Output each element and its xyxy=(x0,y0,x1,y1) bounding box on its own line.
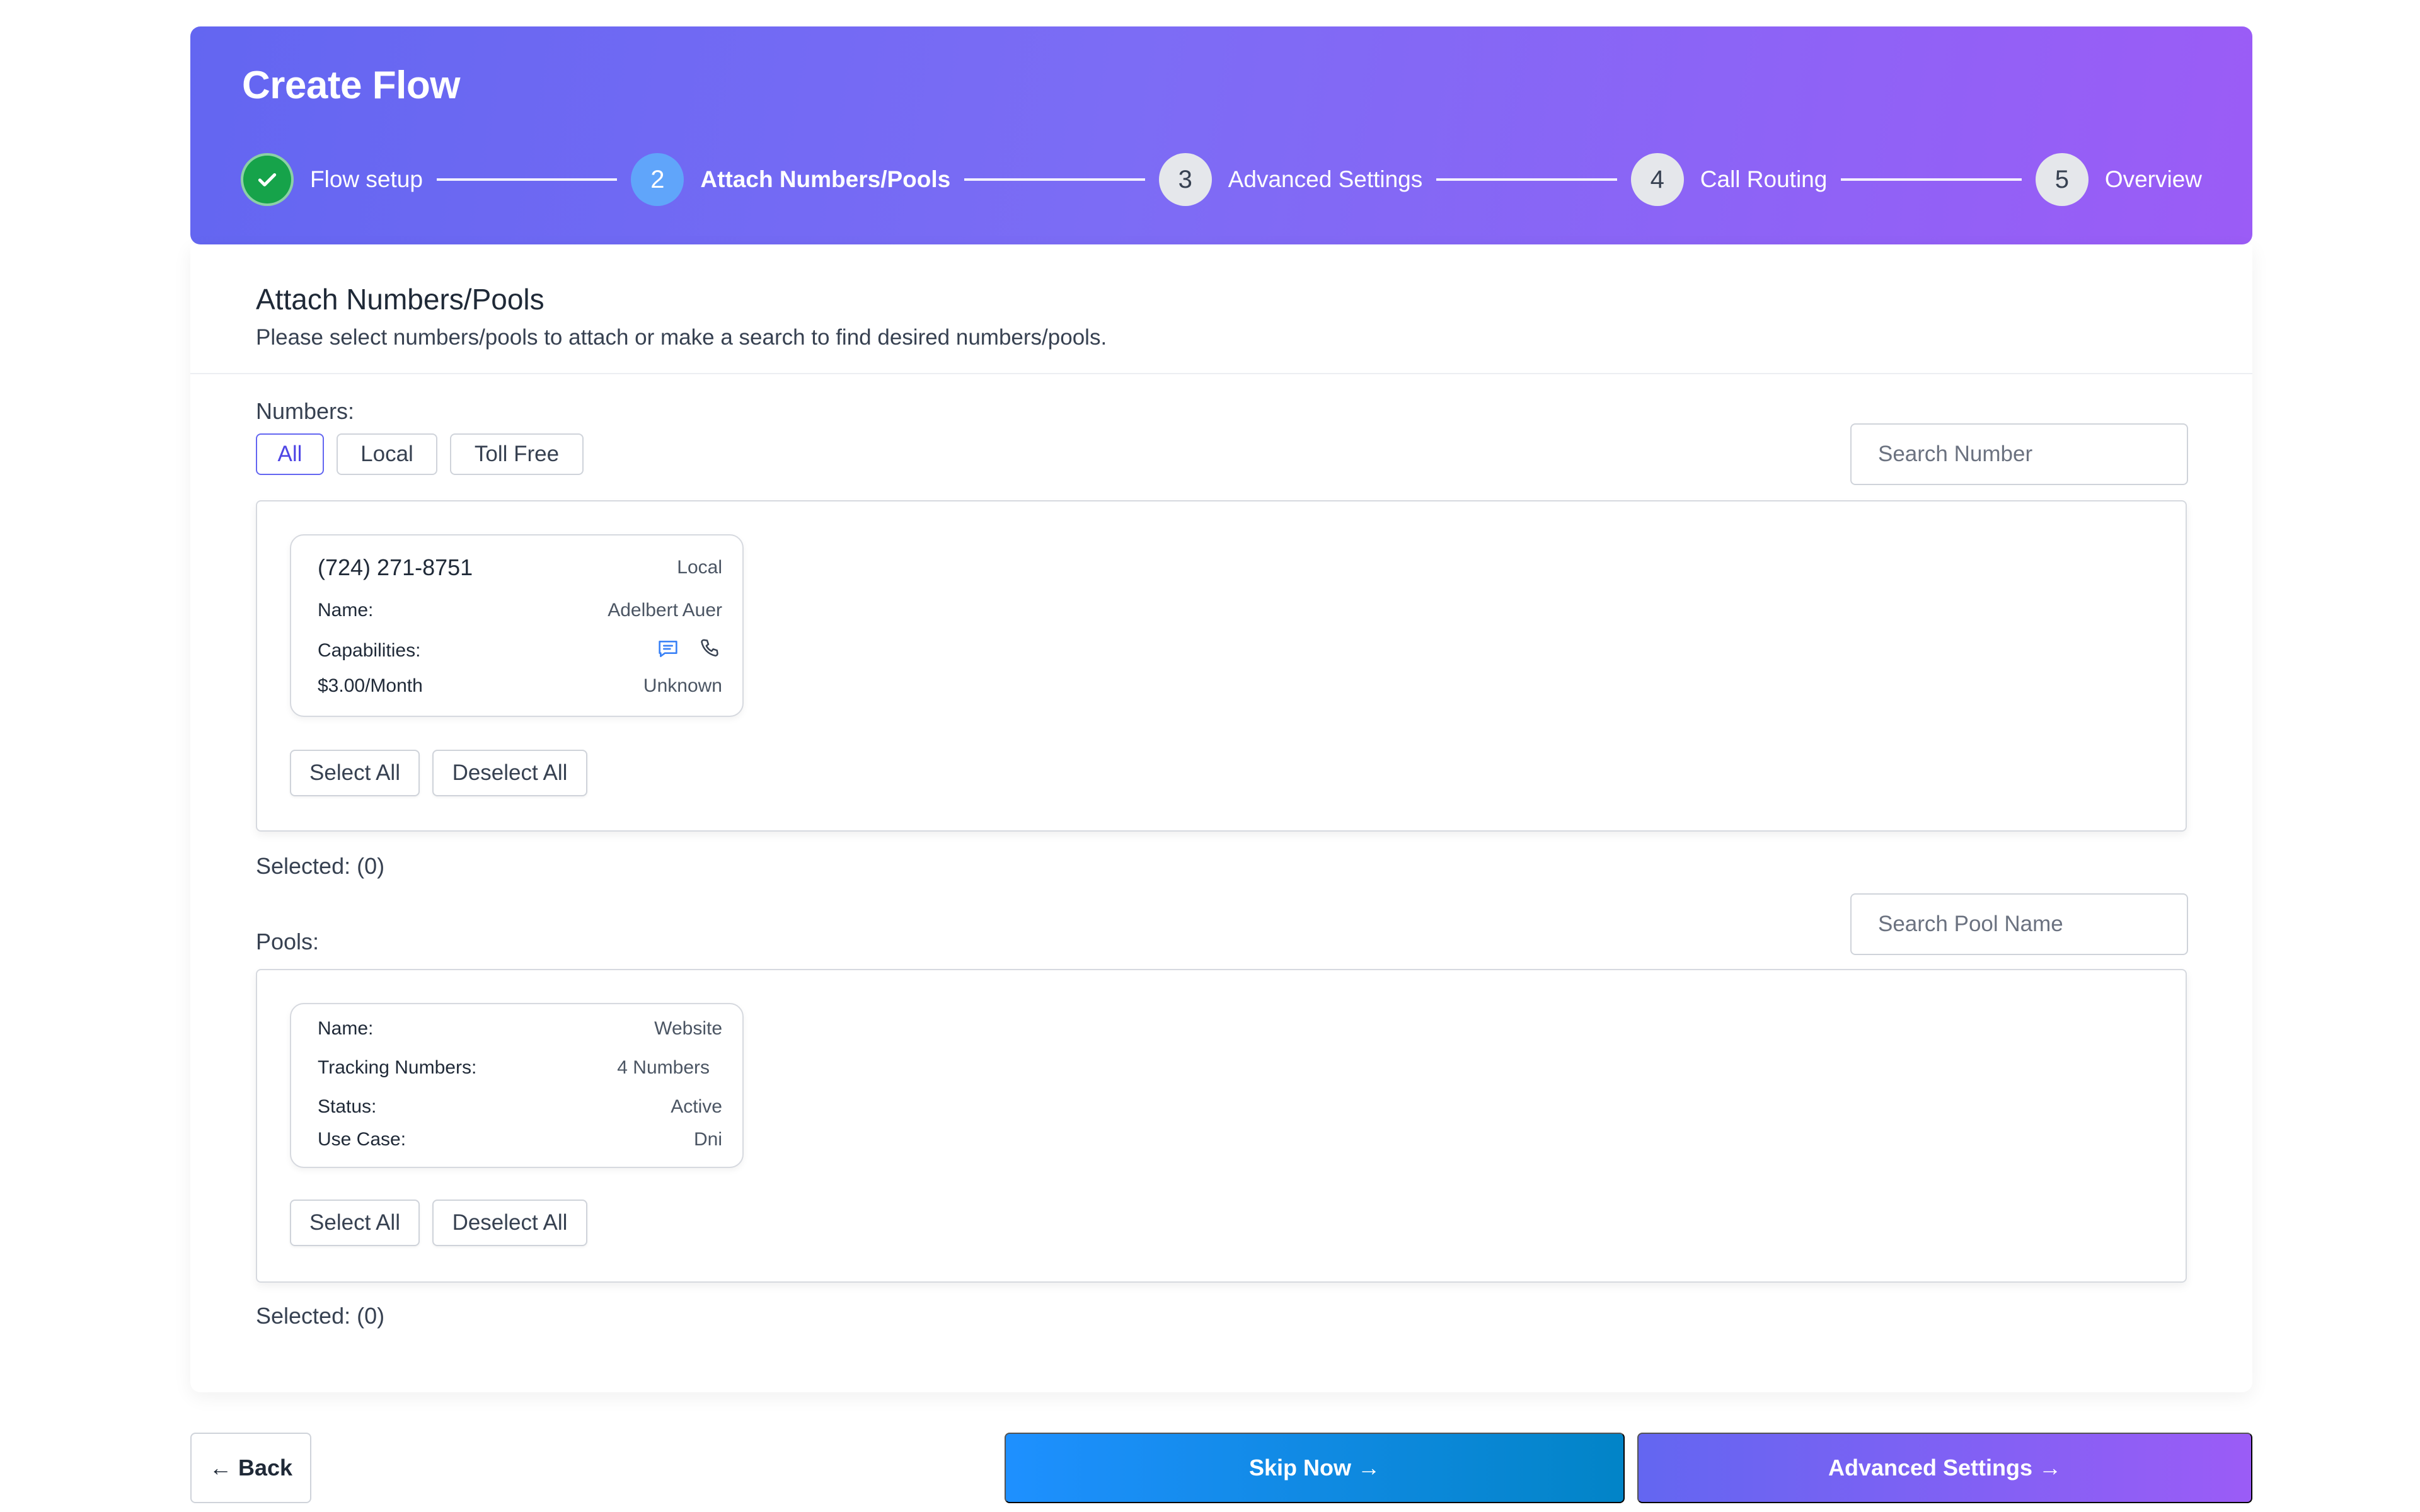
step-attach-numbers[interactable]: 2 Attach Numbers/Pools xyxy=(631,153,950,206)
filter-all-button[interactable]: All xyxy=(256,433,324,475)
advanced-settings-button[interactable]: Advanced Settings → xyxy=(1637,1433,2252,1503)
step-connector xyxy=(1436,178,1617,181)
section-header: Attach Numbers/Pools Please select numbe… xyxy=(190,244,2252,374)
step-connector xyxy=(436,178,618,181)
step-call-routing[interactable]: 4 Call Routing xyxy=(1630,153,1828,206)
sms-icon xyxy=(655,636,681,665)
phone-number: (724) 271-8751 xyxy=(318,554,473,580)
step-flow-setup[interactable]: Flow setup xyxy=(241,153,423,206)
step-label: Flow setup xyxy=(310,166,423,192)
step-number: 5 xyxy=(2035,153,2089,206)
number-card[interactable]: (724) 271-8751 Local Name: Adelbert Auer… xyxy=(290,534,744,717)
step-label: Advanced Settings xyxy=(1228,166,1423,192)
numbers-select-all-button[interactable]: Select All xyxy=(290,750,420,796)
pools-selected-count: Selected: (0) xyxy=(256,1303,385,1329)
status-value: Active xyxy=(671,1096,722,1117)
step-overview[interactable]: 5 Overview xyxy=(2035,153,2203,206)
use-case-label: Use Case: xyxy=(318,1129,406,1150)
step-label: Overview xyxy=(2104,166,2203,192)
capabilities-icons xyxy=(655,636,722,665)
numbers-label: Numbers: xyxy=(256,398,355,424)
capabilities-label: Capabilities: xyxy=(318,639,421,661)
pool-card[interactable]: Name: Website Tracking Numbers: 4 Number… xyxy=(290,1003,744,1168)
status-label: Status: xyxy=(318,1096,377,1117)
pools-select-all-button[interactable]: Select All xyxy=(290,1200,420,1246)
filter-local-button[interactable]: Local xyxy=(337,433,437,475)
step-number: 4 xyxy=(1630,153,1684,206)
pools-label: Pools: xyxy=(256,929,320,954)
numbers-selected-count: Selected: (0) xyxy=(256,853,385,879)
pools-panel: Name: Website Tracking Numbers: 4 Number… xyxy=(256,969,2187,1283)
stepper: Flow setup 2 Attach Numbers/Pools 3 Adva… xyxy=(241,152,2202,207)
tracking-label: Tracking Numbers: xyxy=(318,1057,477,1078)
attach-card: Attach Numbers/Pools Please select numbe… xyxy=(190,244,2252,1392)
price: $3.00/Month xyxy=(318,675,423,696)
step-connector xyxy=(964,178,1145,181)
step-number: 3 xyxy=(1158,153,1212,206)
phone-icon xyxy=(697,636,722,665)
section-title: Attach Numbers/Pools xyxy=(256,283,544,316)
number-status: Unknown xyxy=(643,675,722,696)
step-connector xyxy=(1841,178,2022,181)
step-advanced-settings[interactable]: 3 Advanced Settings xyxy=(1158,153,1423,206)
pool-name-value: Website xyxy=(654,1018,722,1039)
check-icon xyxy=(241,153,294,206)
step-number: 2 xyxy=(631,153,684,206)
numbers-deselect-all-button[interactable]: Deselect All xyxy=(432,750,587,796)
name-label: Name: xyxy=(318,600,374,621)
use-case-value: Dni xyxy=(693,1129,722,1150)
filter-toll-free-button[interactable]: Toll Free xyxy=(450,433,584,475)
step-label: Call Routing xyxy=(1700,166,1828,192)
name-value: Adelbert Auer xyxy=(608,600,722,621)
back-button[interactable]: ← Back xyxy=(190,1433,311,1503)
step-label: Attach Numbers/Pools xyxy=(700,166,951,192)
flow-header: Create Flow Flow setup 2 Attach Numbers/… xyxy=(190,26,2252,244)
tracking-value: 4 Numbers xyxy=(617,1057,710,1078)
pool-name-label: Name: xyxy=(318,1018,374,1039)
create-flow-wrapper: Create Flow Flow setup 2 Attach Numbers/… xyxy=(190,26,2252,1503)
pools-deselect-all-button[interactable]: Deselect All xyxy=(432,1200,587,1246)
number-type: Local xyxy=(677,557,722,578)
search-pool-input[interactable] xyxy=(1850,893,2188,955)
section-subtitle: Please select numbers/pools to attach or… xyxy=(256,325,1107,350)
search-number-input[interactable] xyxy=(1850,423,2188,485)
page-title: Create Flow xyxy=(242,64,460,107)
skip-now-button[interactable]: Skip Now → xyxy=(1005,1433,1625,1503)
numbers-panel: (724) 271-8751 Local Name: Adelbert Auer… xyxy=(256,500,2187,832)
